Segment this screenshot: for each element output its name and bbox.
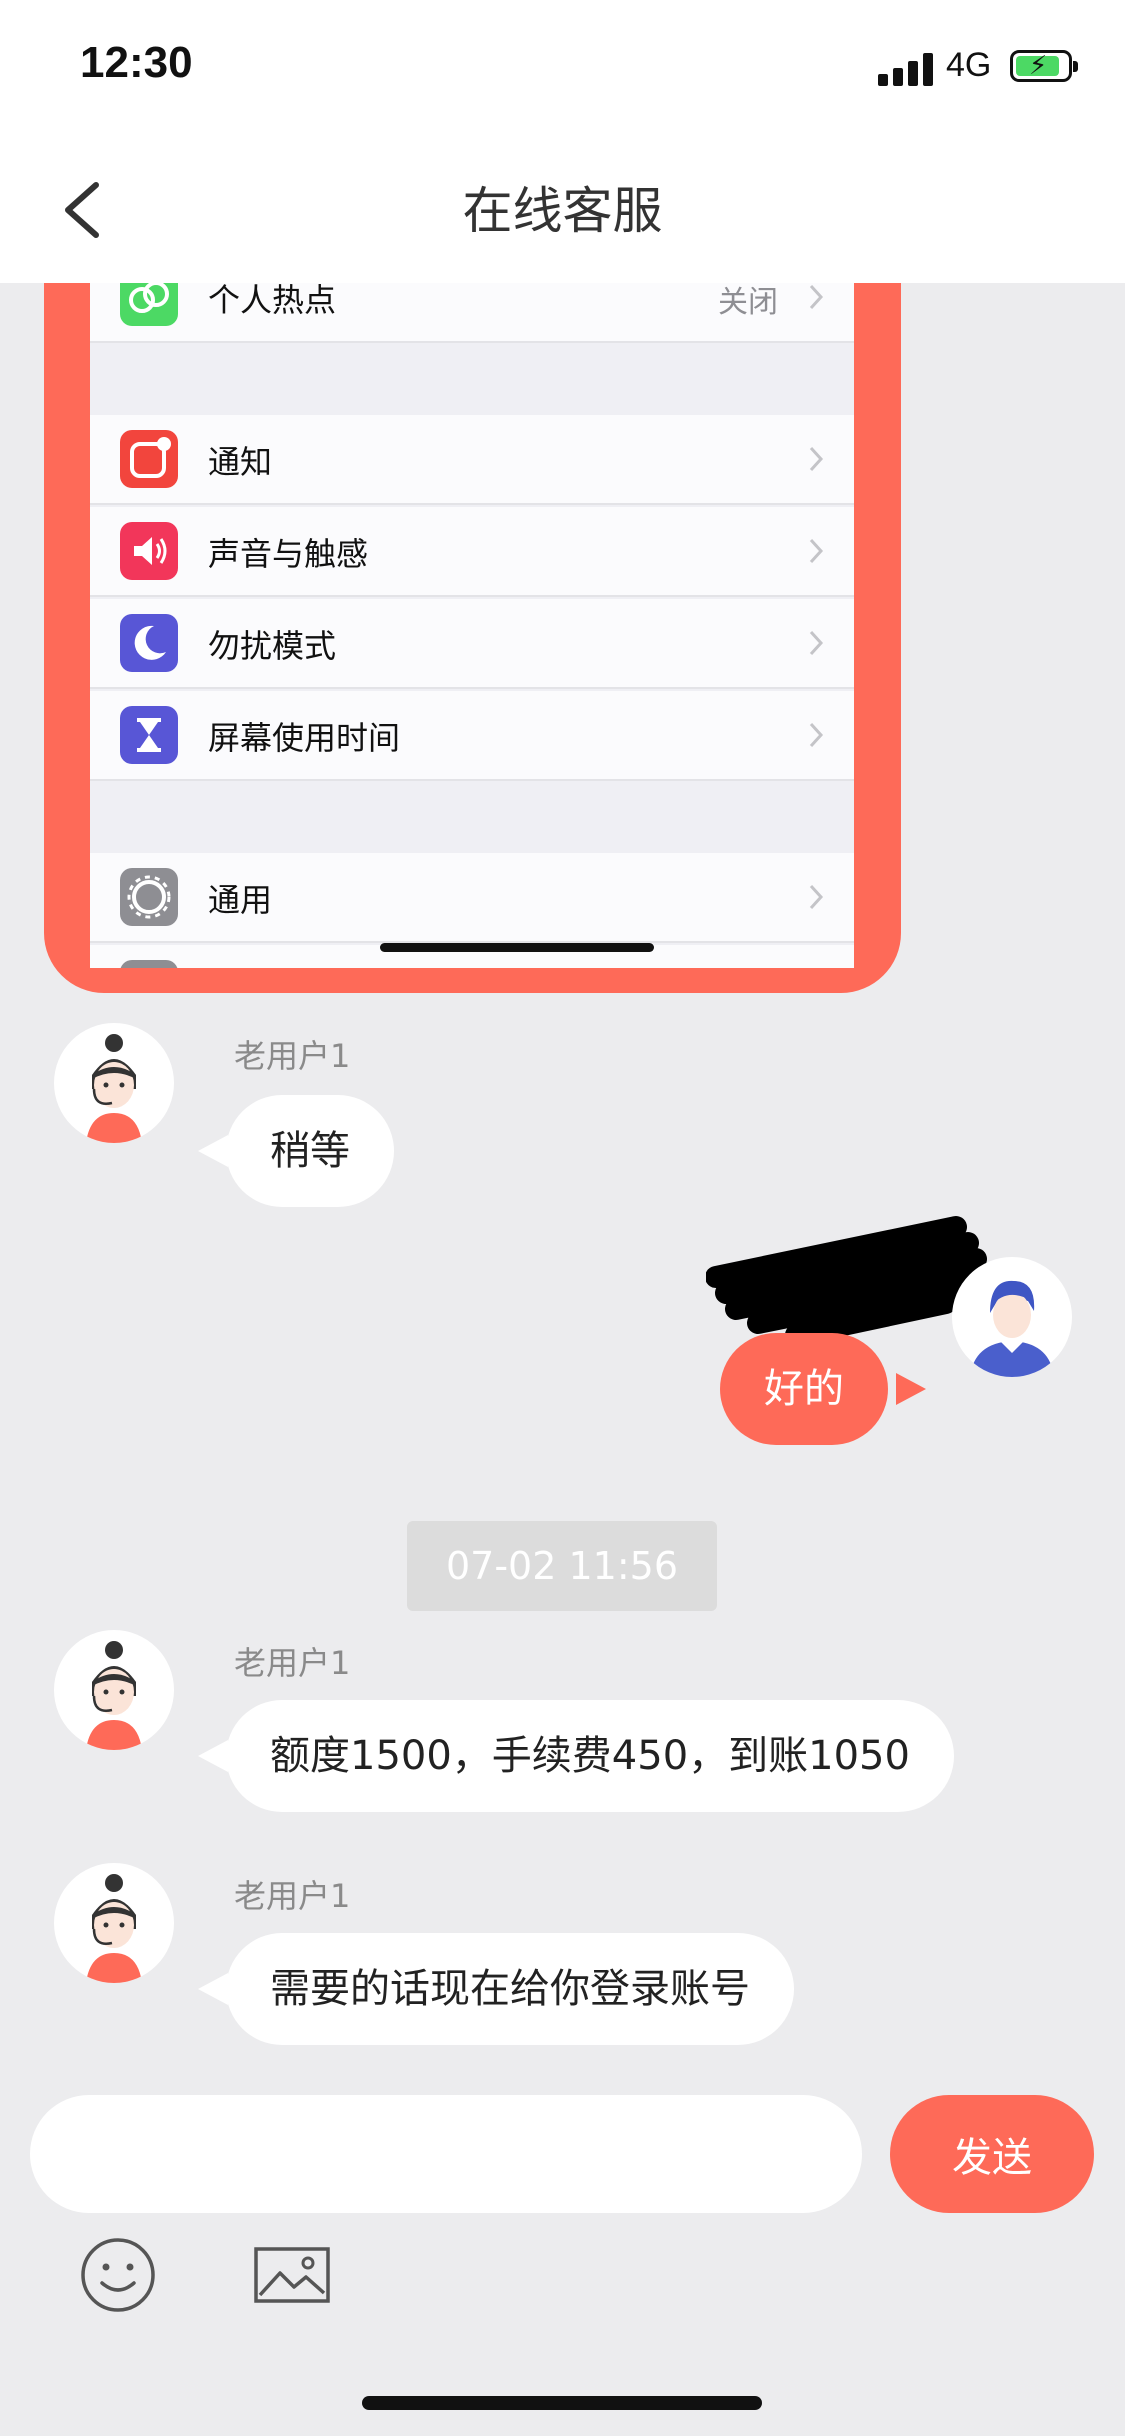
notification-icon — [120, 430, 178, 488]
chevron-right-icon — [809, 446, 824, 472]
settings-row: 声音与触感 — [90, 507, 854, 597]
sender-name: 老用户1 — [234, 1877, 351, 1915]
settings-row: 勿扰模式 — [90, 599, 854, 689]
chevron-right-icon — [809, 722, 824, 748]
status-bar: 12:30 4G ⚡ — [0, 0, 1125, 135]
settings-row-label: 屏幕使用时间 — [208, 719, 401, 757]
settings-row-label: 勿扰模式 — [208, 627, 337, 665]
chevron-right-icon — [809, 284, 824, 310]
composer-toolbar — [0, 2235, 1125, 2331]
chevron-right-icon — [809, 630, 824, 656]
settings-row: 通知 — [90, 415, 854, 505]
chat-area[interactable]: 个人热点 关闭 通知 声音与触感 勿扰模式 屏幕使用时间 通用 老用户1 稍等 … — [0, 283, 1125, 2095]
settings-row: 通用 — [90, 853, 854, 943]
image-button[interactable] — [252, 2235, 332, 2315]
home-indicator-in-screenshot — [380, 943, 654, 952]
bubble-tail — [198, 1973, 228, 2005]
agent-avatar[interactable] — [54, 1863, 174, 1983]
settings-row: 个人热点 关闭 — [90, 283, 854, 343]
composer: 发送 — [0, 2095, 1125, 2235]
agent-avatar[interactable] — [54, 1630, 174, 1750]
hourglass-icon — [120, 706, 178, 764]
settings-row-value: 关闭 — [718, 285, 778, 320]
settings-row-icon — [120, 960, 178, 968]
timestamp-divider: 07-02 11:56 — [407, 1521, 717, 1611]
chevron-right-icon — [809, 884, 824, 910]
sender-name: 老用户1 — [234, 1644, 351, 1682]
user-avatar[interactable] — [952, 1257, 1072, 1377]
message-input[interactable] — [30, 2095, 862, 2213]
bubble-tail — [896, 1373, 926, 1405]
image-message[interactable]: 个人热点 关闭 通知 声音与触感 勿扰模式 屏幕使用时间 通用 — [44, 283, 901, 993]
page-title: 在线客服 — [462, 182, 663, 240]
send-button[interactable]: 发送 — [890, 2095, 1094, 2213]
nav-bar: 在线客服 — [0, 135, 1125, 283]
redaction-scribble — [706, 1216, 988, 1343]
chevron-right-icon — [809, 538, 824, 564]
settings-row-label: 声音与触感 — [208, 535, 369, 573]
sender-name: 老用户1 — [234, 1037, 351, 1075]
status-time: 12:30 — [80, 38, 193, 87]
moon-icon — [120, 614, 178, 672]
battery-icon: ⚡ — [1010, 50, 1078, 82]
message-bubble[interactable]: 需要的话现在给你登录账号 — [226, 1933, 794, 2045]
sound-icon — [120, 522, 178, 580]
settings-row-label: 通用 — [208, 881, 273, 919]
home-indicator[interactable] — [362, 2396, 762, 2410]
smiley-icon — [81, 2238, 155, 2312]
message-bubble[interactable]: 额度1500，手续费450，到账1050 — [226, 1700, 954, 1812]
message-bubble[interactable]: 好的 — [720, 1333, 888, 1445]
settings-row: 屏幕使用时间 — [90, 691, 854, 781]
settings-row-label: 个人热点 — [208, 283, 337, 319]
settings-screenshot: 个人热点 关闭 通知 声音与触感 勿扰模式 屏幕使用时间 通用 — [90, 283, 854, 968]
emoji-button[interactable] — [78, 2235, 158, 2315]
bubble-tail — [198, 1135, 228, 1167]
agent-avatar[interactable] — [54, 1023, 174, 1143]
bubble-tail — [198, 1740, 228, 1772]
settings-row-label: 通知 — [208, 443, 273, 481]
network-type: 4G — [946, 46, 992, 84]
message-bubble[interactable]: 稍等 — [226, 1095, 394, 1207]
image-icon — [254, 2247, 330, 2303]
gear-icon — [120, 868, 178, 926]
signal-icon — [878, 52, 934, 86]
hotspot-icon — [120, 283, 178, 326]
